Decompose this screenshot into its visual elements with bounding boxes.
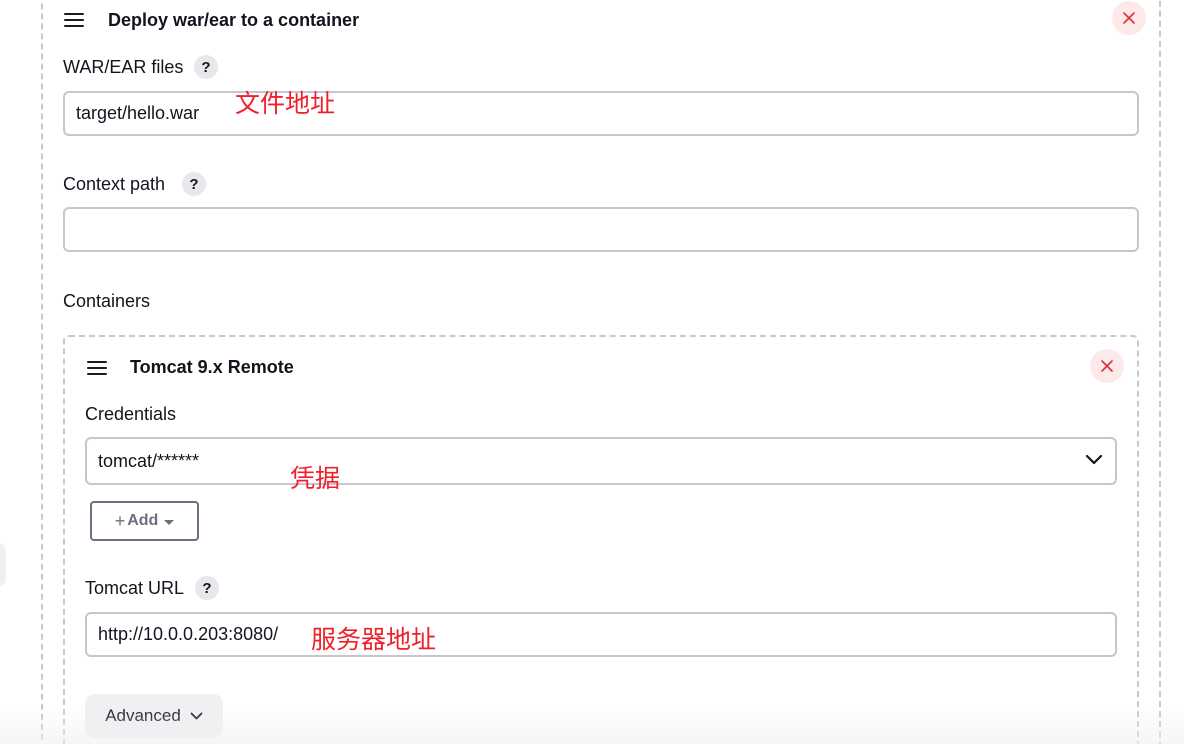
credentials-select[interactable]: tomcat/******	[85, 437, 1117, 485]
chevron-down-icon	[1085, 454, 1103, 465]
remove-section-button[interactable]	[1112, 1, 1146, 35]
remove-container-button[interactable]	[1090, 349, 1124, 383]
containers-label: Containers	[63, 291, 151, 311]
war-files-label: WAR/EAR files	[63, 57, 184, 77]
credentials-annotation: 凭据	[290, 464, 341, 493]
tomcat-url-label: Tomcat URL	[85, 578, 185, 598]
help-icon[interactable]: ?	[195, 576, 219, 600]
credentials-label: Credentials	[85, 404, 177, 424]
context-path-input[interactable]	[63, 207, 1139, 252]
chevron-down-icon	[190, 712, 203, 719]
container-title: Tomcat 9.x Remote	[130, 357, 294, 377]
plus-icon: +	[114, 510, 126, 531]
drag-handle-icon[interactable]	[64, 13, 84, 27]
drag-handle-icon[interactable]	[87, 361, 107, 375]
close-icon	[1101, 360, 1113, 372]
side-panel-tab[interactable]	[0, 543, 6, 587]
add-credentials-button[interactable]: + Add	[90, 501, 199, 541]
help-icon[interactable]: ?	[182, 172, 206, 196]
tomcat-container-section	[63, 335, 1139, 744]
advanced-label: Advanced	[105, 706, 181, 725]
section-title: Deploy war/ear to a container	[108, 10, 360, 30]
war-annotation: 文件地址	[235, 89, 336, 118]
add-label: Add	[127, 512, 159, 529]
help-icon[interactable]: ?	[194, 55, 218, 79]
context-path-label: Context path	[63, 174, 166, 194]
close-icon	[1123, 12, 1135, 24]
credentials-value: tomcat/******	[98, 450, 200, 471]
url-annotation: 服务器地址	[311, 625, 437, 654]
advanced-button[interactable]: Advanced	[85, 694, 223, 738]
tomcat-url-input[interactable]: http://10.0.0.203:8080/	[85, 612, 1117, 657]
war-files-input[interactable]: target/hello.war	[63, 91, 1139, 136]
caret-down-icon	[164, 519, 175, 525]
